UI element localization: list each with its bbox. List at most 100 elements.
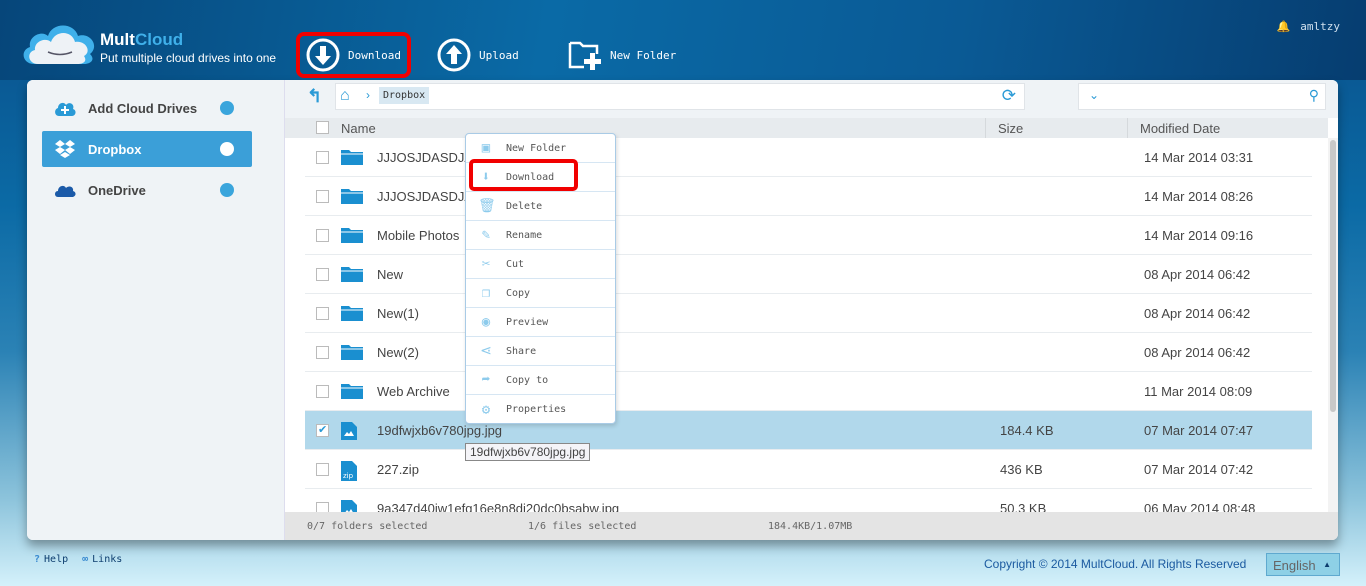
file-size: 184.4 KB (1000, 423, 1054, 438)
row-checkbox[interactable] (316, 190, 329, 203)
table-row[interactable]: ✔ 19dfwjxb6v780jpg.jpg 184.4 KB 07 Mar 2… (305, 411, 1312, 450)
row-checkbox[interactable] (316, 229, 329, 242)
table-row[interactable]: New(1) 08 Apr 2014 06:42 (305, 294, 1312, 333)
modified-date: 08 Apr 2014 06:42 (1144, 267, 1251, 282)
row-checkbox[interactable] (316, 463, 329, 476)
modified-date: 11 Mar 2014 08:09 (1144, 384, 1253, 399)
column-name[interactable]: Name (341, 121, 376, 136)
row-checkbox[interactable] (316, 151, 329, 164)
sidebar-item-add-cloud-drives[interactable]: Add Cloud Drives (42, 90, 252, 126)
chevron-down-icon[interactable]: ⌄ (1089, 88, 1099, 102)
brand-name: MultCloud (100, 30, 183, 50)
upload-button[interactable]: Upload (437, 32, 519, 78)
file-name[interactable]: New (377, 267, 403, 282)
file-name[interactable]: New(2) (377, 345, 419, 360)
file-name[interactable]: JJJOSJDASDJA (377, 189, 473, 204)
modified-date: 07 Mar 2014 07:47 (1144, 423, 1254, 438)
expand-arrow-icon[interactable] (220, 142, 234, 156)
header: MultCloud Put multiple cloud drives into… (0, 0, 1366, 80)
menu-icon: ❐ (481, 285, 491, 301)
svg-text:zip: zip (343, 472, 354, 480)
row-checkbox[interactable] (316, 385, 329, 398)
user-menu[interactable]: 🔔 amltzy (1277, 20, 1340, 33)
context-menu-item-copy-to[interactable]: ➦ Copy to (466, 366, 615, 395)
search-input[interactable] (1109, 87, 1299, 106)
context-menu-item-cut[interactable]: ✂ Cut (466, 250, 615, 279)
context-menu-item-preview[interactable]: ◉ Preview (466, 308, 615, 337)
links-link[interactable]: ∞ Links (82, 554, 122, 565)
menu-label: Rename (506, 229, 543, 241)
context-menu-item-share[interactable]: ⋖ Share (466, 337, 615, 366)
sidebar-item-dropbox[interactable]: Dropbox (42, 131, 252, 167)
context-menu-item-copy[interactable]: ❐ Copy (466, 279, 615, 308)
search-icon[interactable]: ⚲ (1309, 87, 1319, 104)
language-label: English (1273, 558, 1316, 573)
table-row[interactable]: Mobile Photos 14 Mar 2014 09:16 (305, 216, 1312, 255)
copyright: Copyright © 2014 MultCloud. All Rights R… (984, 557, 1247, 571)
menu-icon: ⋖ (480, 343, 492, 359)
up-level-icon[interactable]: ↰ (307, 86, 322, 107)
cloud-plus-icon (55, 102, 76, 116)
bell-icon[interactable]: 🔔 (1277, 20, 1291, 33)
breadcrumb-item[interactable]: Dropbox (379, 87, 430, 104)
context-menu-item-delete[interactable]: 🗑 Delete (466, 192, 615, 221)
table-row[interactable]: New 08 Apr 2014 06:42 (305, 255, 1312, 294)
context-menu-item-rename[interactable]: ✎ Rename (466, 221, 615, 250)
expand-arrow-icon[interactable] (220, 101, 234, 115)
upload-label: Upload (479, 48, 519, 62)
row-checkbox[interactable] (316, 346, 329, 359)
help-link[interactable]: ? Help (34, 554, 68, 565)
menu-label: Properties (506, 404, 567, 415)
select-all-checkbox[interactable] (316, 121, 329, 134)
menu-icon: ✎ (481, 227, 491, 243)
upload-circle-icon (437, 38, 471, 72)
table-row[interactable]: New(2) 08 Apr 2014 06:42 (305, 333, 1312, 372)
column-date[interactable]: Modified Date (1127, 118, 1232, 138)
brand-part: Cloud (134, 30, 184, 49)
modified-date: 08 Apr 2014 06:42 (1144, 345, 1251, 360)
menu-label: Cut (506, 258, 525, 270)
tagline: Put multiple cloud drives into one (100, 51, 277, 65)
new-folder-icon (568, 41, 601, 70)
file-name[interactable]: 227.zip (377, 462, 419, 477)
multcloud-logo-icon[interactable] (20, 20, 98, 71)
sidebar-item-onedrive[interactable]: OneDrive (42, 172, 252, 208)
table-row[interactable]: Web Archive 11 Mar 2014 08:09 (305, 372, 1312, 411)
scrollbar-thumb[interactable] (1330, 140, 1336, 412)
download-button[interactable]: Download (296, 32, 411, 78)
table-row[interactable]: JJJOSJDASDJA 14 Mar 2014 03:31 (305, 138, 1312, 177)
file-name[interactable]: Web Archive (377, 384, 450, 399)
table-header: Name Size Modified Date (285, 118, 1328, 138)
file-name[interactable]: Mobile Photos (377, 228, 459, 243)
row-checkbox[interactable] (316, 307, 329, 320)
file-name[interactable]: 19dfwjxb6v780jpg.jpg (377, 423, 502, 438)
search-box[interactable]: ⌄ ⚲ (1078, 83, 1326, 110)
file-size: 436 KB (1000, 462, 1043, 477)
language-select[interactable]: English ▲ (1266, 553, 1340, 576)
username[interactable]: amltzy (1300, 20, 1340, 33)
folder-icon (341, 188, 363, 207)
column-size[interactable]: Size (985, 118, 1035, 138)
file-name[interactable]: JJJOSJDASDJA (377, 150, 473, 165)
image-icon (341, 422, 357, 443)
expand-arrow-icon[interactable] (220, 183, 234, 197)
row-checkbox[interactable] (316, 268, 329, 281)
row-checkbox[interactable]: ✔ (316, 424, 329, 437)
table-row[interactable]: zip 227.zip 436 KB 07 Mar 2014 07:42 (305, 450, 1312, 489)
folders-selected: 0/7 folders selected (307, 521, 428, 532)
caret-up-icon: ▲ (1323, 560, 1331, 569)
chevron-right-icon: › (366, 88, 370, 102)
scrollbar[interactable] (1328, 138, 1338, 512)
links-label: Links (92, 554, 123, 565)
refresh-icon[interactable]: ⟳ (1002, 86, 1016, 106)
context-menu-item-properties[interactable]: ⚙ Properties (466, 395, 615, 424)
menu-label: Preview (506, 316, 549, 328)
sidebar: Add Cloud Drives Dropbox OneDrive (27, 80, 285, 540)
breadcrumb: ⌂ › Dropbox ⟳ (335, 83, 1025, 110)
home-icon[interactable]: ⌂ (340, 87, 350, 105)
new-folder-button[interactable]: New Folder (568, 32, 676, 78)
sidebar-item-label: OneDrive (88, 182, 146, 198)
file-name[interactable]: New(1) (377, 306, 419, 321)
table-row[interactable]: JJJOSJDASDJA 14 Mar 2014 08:26 (305, 177, 1312, 216)
help-icon: ? (34, 554, 41, 565)
